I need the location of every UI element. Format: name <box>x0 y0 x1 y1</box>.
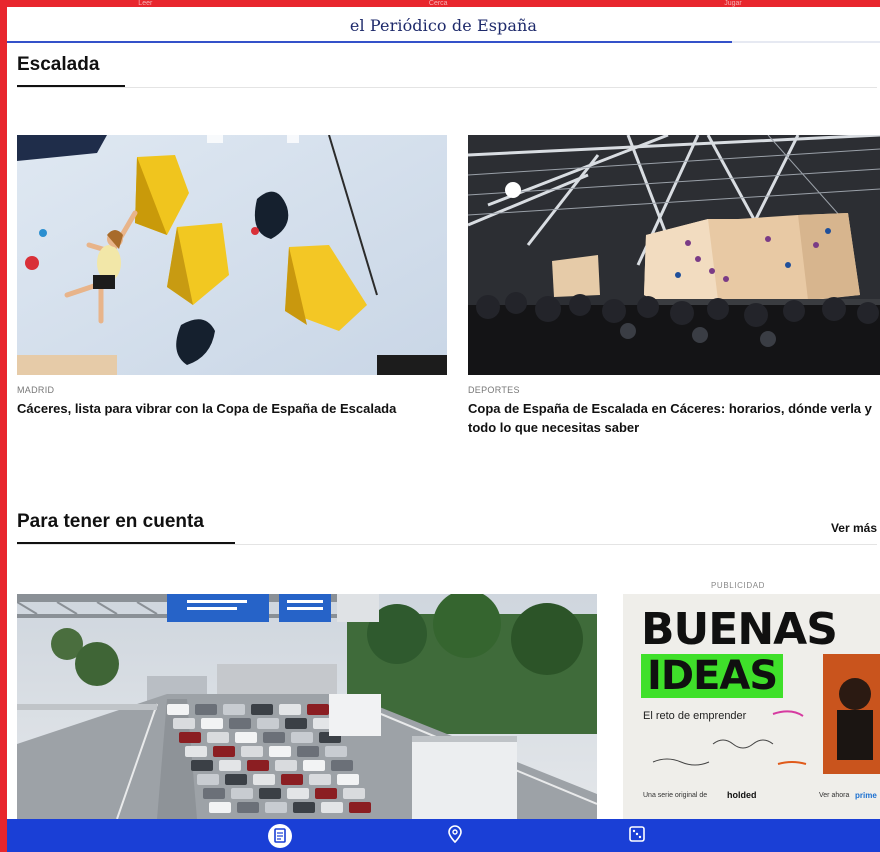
highway-traffic-photo <box>17 594 597 819</box>
top-tab-leer[interactable]: Leer <box>138 0 152 7</box>
car-shape <box>223 704 245 715</box>
car-shape <box>265 802 287 813</box>
page-content: el Periódico de España Escalada MADRID C… <box>7 7 880 819</box>
top-tab-cerca[interactable]: Cerca <box>429 0 448 7</box>
tab-leer[interactable] <box>260 819 300 852</box>
section-header-para-tener-en-cuenta: Para tener en cuenta Ver más <box>17 501 877 545</box>
section-title: Escalada <box>17 54 125 87</box>
bottom-tab-bar <box>7 819 880 852</box>
article-image <box>17 135 447 375</box>
car-shape <box>247 760 269 771</box>
car-shape <box>241 746 263 757</box>
car-shape <box>197 774 219 785</box>
tab-jugar[interactable] <box>617 819 657 852</box>
car-shape <box>251 704 273 715</box>
ad-image: BUENAS IDEAS El reto de emprender Una se… <box>623 594 880 819</box>
car-shape <box>293 802 315 813</box>
ad-partner-logo: prime <box>855 791 877 800</box>
ad-footer-left: Una serie original de <box>643 792 708 799</box>
car-shape <box>207 732 229 743</box>
car-shape <box>285 718 307 729</box>
car-shape <box>237 802 259 813</box>
car-shape <box>257 718 279 729</box>
tab-cerca[interactable] <box>435 819 475 852</box>
car-shape <box>321 802 343 813</box>
document-icon <box>268 824 292 848</box>
section-title: Para tener en cuenta <box>17 511 235 544</box>
article-section-label: MADRID <box>17 385 55 395</box>
car-shape <box>185 746 207 757</box>
climbing-arena-crowd-photo <box>468 135 880 375</box>
article-headline[interactable]: Copa de España de Escalada en Cáceres: h… <box>468 399 880 437</box>
car-shape <box>253 774 275 785</box>
car-shape <box>343 788 365 799</box>
article-section-label: DEPORTES <box>468 385 520 395</box>
car-shape <box>259 788 281 799</box>
car-shape <box>287 788 309 799</box>
car-shape <box>219 760 241 771</box>
car-shape <box>303 760 325 771</box>
advertisement-banner[interactable]: BUENAS IDEAS El reto de emprender Una se… <box>623 594 880 819</box>
car-shape <box>213 746 235 757</box>
location-pin-icon <box>448 825 462 844</box>
car-shape <box>231 788 253 799</box>
article-card[interactable] <box>17 594 597 819</box>
article-headline[interactable]: Cáceres, lista para vibrar con la Copa d… <box>17 399 457 418</box>
top-tab-jugar[interactable]: Jugar <box>724 0 742 7</box>
car-shape <box>297 746 319 757</box>
car-shape <box>269 746 291 757</box>
car-shape <box>275 760 297 771</box>
car-shape <box>173 718 195 729</box>
car-shape <box>281 774 303 785</box>
car-shape <box>325 746 347 757</box>
article-image <box>17 594 597 819</box>
section-header-escalada: Escalada <box>17 44 877 88</box>
car-shape <box>331 760 353 771</box>
car-shape <box>229 718 251 729</box>
car-shape <box>191 760 213 771</box>
car-shape <box>167 704 189 715</box>
car-shape <box>349 802 371 813</box>
ad-handwritten-notes <box>652 654 880 774</box>
car-shape <box>291 732 313 743</box>
car-shape <box>201 718 223 729</box>
car-shape <box>195 704 217 715</box>
car-shape <box>203 788 225 799</box>
ad-label: PUBLICIDAD <box>711 581 766 590</box>
ad-footer-right: Ver ahora <box>819 792 850 799</box>
car-shape <box>309 774 331 785</box>
car-shape <box>315 788 337 799</box>
article-card[interactable]: DEPORTES Copa de España de Escalada en C… <box>468 135 880 445</box>
car-shape <box>179 732 201 743</box>
car-shape <box>263 732 285 743</box>
top-tab-strip: Leer Cerca Jugar <box>0 0 880 7</box>
masthead-logo[interactable]: el Periódico de España <box>7 7 880 43</box>
car-shape <box>235 732 257 743</box>
reading-progress-fill <box>7 41 732 43</box>
article-card[interactable]: MADRID Cáceres, lista para vibrar con la… <box>17 135 447 435</box>
car-shape <box>225 774 247 785</box>
see-more-link[interactable]: Ver más <box>831 521 877 535</box>
article-image <box>468 135 880 375</box>
car-shape <box>209 802 231 813</box>
reading-progress-bar <box>7 41 880 43</box>
car-shape <box>279 704 301 715</box>
ad-brand: holded <box>727 790 757 800</box>
climber-on-yellow-holds-photo <box>17 135 447 375</box>
car-shape <box>307 704 329 715</box>
car-shape <box>337 774 359 785</box>
dice-icon <box>629 826 645 842</box>
